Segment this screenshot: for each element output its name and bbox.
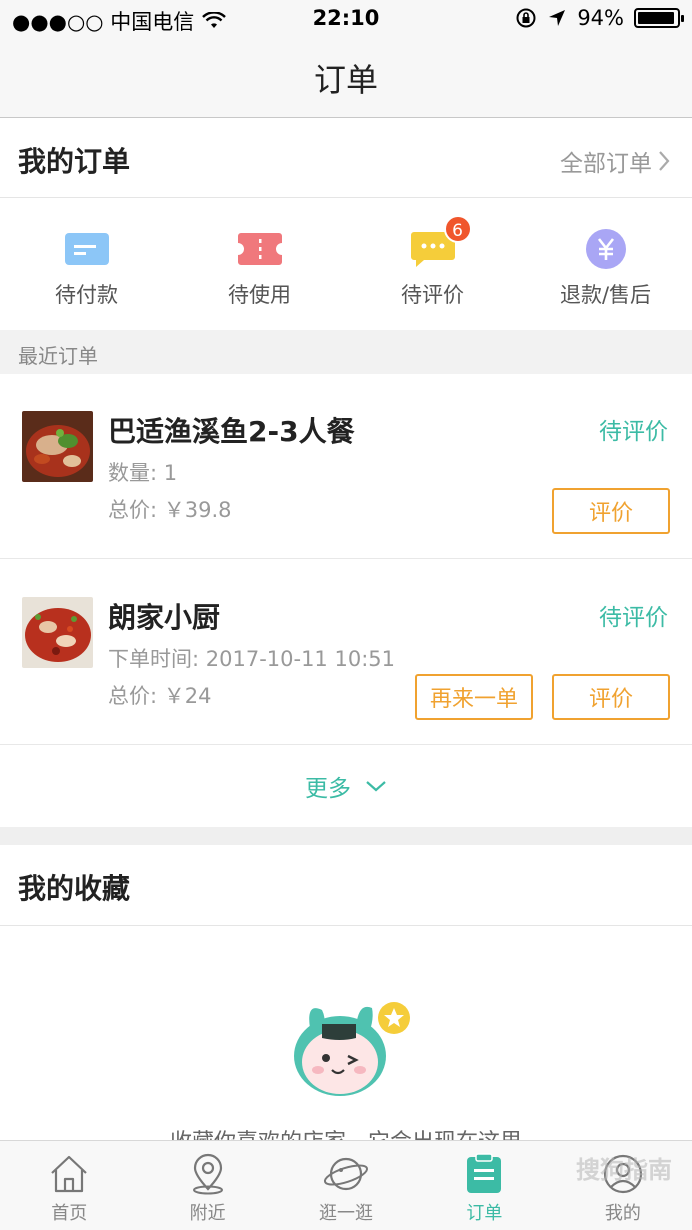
- tab-orders[interactable]: 订单: [415, 1141, 553, 1230]
- favorites-title: 我的收藏: [18, 872, 131, 905]
- system-indicators: 94%: [515, 6, 684, 30]
- recent-orders-label: 最近订单: [18, 344, 98, 368]
- order-time: 下单时间: 2017-10-11 10:51: [108, 647, 395, 671]
- my-orders-header: 我的订单 全部订单: [0, 118, 692, 198]
- order-state: 待评价: [599, 605, 668, 631]
- nav-bar: 订单: [0, 38, 692, 118]
- all-orders-label: 全部订单: [560, 151, 652, 177]
- status-label: 待付款: [55, 283, 118, 307]
- chevron-right-icon: [659, 151, 670, 171]
- status-label: 待评价: [401, 283, 464, 307]
- status-label: 退款/售后: [559, 283, 652, 307]
- page-title: 订单: [313, 60, 378, 99]
- chat-bubble-icon: 6: [410, 215, 472, 269]
- status-label: 待使用: [228, 283, 291, 307]
- status-refund[interactable]: 退款/售后: [519, 199, 692, 330]
- review-button[interactable]: 评价: [552, 488, 670, 534]
- mascot-illustration: [294, 1002, 410, 1096]
- chevron-down-icon: [366, 781, 386, 792]
- status-bar: ●●●○○ 中国电信 22:10 94%: [0, 0, 692, 38]
- tab-explore[interactable]: 逛一逛: [277, 1141, 415, 1230]
- dish-thumbnail: [22, 597, 93, 668]
- tab-label: 附近: [189, 1203, 226, 1224]
- tab-label: 首页: [51, 1203, 88, 1224]
- reorder-button[interactable]: 再来一单: [415, 674, 533, 720]
- ticket-icon: [237, 229, 283, 269]
- section-divider: [0, 827, 692, 845]
- yen-icon: [583, 229, 629, 269]
- clipboard-icon: [467, 1153, 502, 1193]
- battery-icon: [634, 8, 684, 28]
- rotation-lock-icon: [516, 8, 536, 28]
- dish-thumbnail: [22, 411, 93, 482]
- tab-nearby[interactable]: 附近: [138, 1141, 276, 1230]
- order-state: 待评价: [599, 419, 668, 445]
- more-orders-button[interactable]: 更多: [0, 745, 692, 827]
- order-quantity: 数量: 1: [108, 461, 178, 485]
- favorites-empty-text: 收藏你喜欢的店家，它会出现在这里: [0, 1124, 692, 1140]
- order-card[interactable]: 朗家小厨 待评价 下单时间: 2017-10-11 10:51 总价: ￥24 …: [0, 560, 692, 745]
- order-total: 总价: ￥24: [108, 684, 212, 708]
- battery-percent: 94%: [577, 6, 624, 30]
- tab-label: 订单: [466, 1203, 503, 1224]
- favorites-empty-state: 收藏你喜欢的店家，它会出现在这里: [0, 926, 692, 1140]
- more-label: 更多: [305, 776, 351, 802]
- location-pin-icon: [192, 1153, 223, 1195]
- status-to-use[interactable]: 待使用: [173, 199, 346, 330]
- status-to-review[interactable]: 6 待评价: [346, 199, 519, 330]
- tab-label: 我的: [604, 1203, 641, 1224]
- tab-home[interactable]: 首页: [0, 1141, 138, 1230]
- order-shop-name: 巴适渔溪鱼2-3人餐: [108, 415, 355, 448]
- review-count-badge: 6: [443, 215, 472, 243]
- order-card[interactable]: 巴适渔溪鱼2-3人餐 待评价 数量: 1 总价: ￥39.8 评价: [0, 374, 692, 559]
- review-button[interactable]: 评价: [552, 674, 670, 720]
- my-orders-title: 我的订单: [18, 145, 131, 178]
- favorites-header: 我的收藏: [0, 845, 692, 926]
- all-orders-link[interactable]: 全部订单: [560, 144, 670, 178]
- location-arrow-icon: [549, 10, 566, 26]
- status-pending-payment[interactable]: 待付款: [0, 199, 173, 330]
- order-status-row: 待付款 待使用 6 待评价 退款/售后: [0, 199, 692, 330]
- recent-orders-strip: 最近订单: [0, 330, 692, 374]
- card-icon: [64, 229, 110, 269]
- watermark: 搜狗指南: [576, 1156, 672, 1184]
- home-icon: [51, 1155, 87, 1193]
- tab-label: 逛一逛: [319, 1203, 374, 1224]
- order-total: 总价: ￥39.8: [108, 498, 232, 522]
- planet-icon: [323, 1157, 369, 1191]
- order-shop-name: 朗家小厨: [108, 601, 221, 634]
